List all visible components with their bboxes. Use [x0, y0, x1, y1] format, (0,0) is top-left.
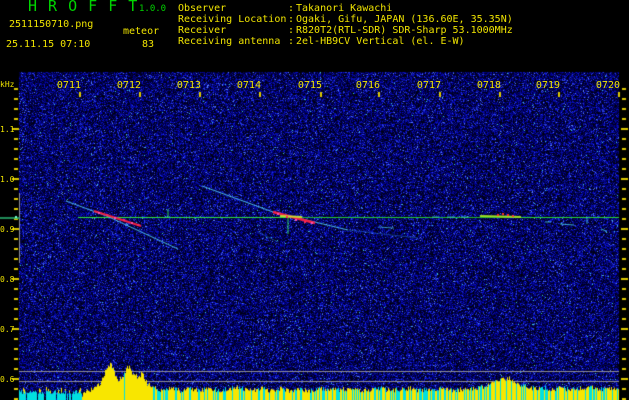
freq-tick-label: 0.8 — [0, 275, 15, 284]
time-tick-label: 0713 — [176, 80, 201, 91]
freq-tick-label: 0.6 — [0, 375, 15, 384]
meta-separator: : — [288, 3, 295, 14]
meta-row-observer: Observer: Takanori Kawachi — [178, 3, 513, 14]
freq-tick-label: 1.1 — [0, 125, 15, 134]
time-tick-label: 0718 — [476, 80, 501, 91]
meta-label: Receiver — [178, 25, 227, 36]
freq-tick-label: 1.0 — [0, 175, 15, 184]
y-axis-unit-label: kHz — [0, 80, 15, 89]
station-meta-table: Observer: Takanori Kawachi Receiving Loca… — [178, 3, 513, 47]
time-tick-label: 0717 — [416, 80, 441, 91]
meta-label: Observer — [178, 3, 227, 14]
time-tick-label: 0715 — [297, 80, 322, 91]
meta-separator: : — [288, 25, 295, 36]
time-tick-label: 0712 — [116, 80, 141, 91]
app-title: H R O F F T — [28, 0, 139, 15]
time-tick-label: 0719 — [535, 80, 560, 91]
output-filename: 2511150710.png — [9, 19, 94, 30]
observation-mode-label: meteor — [123, 26, 160, 37]
meta-label: Receiving antenna — [178, 36, 281, 47]
freq-tick-label: 0.9 — [0, 225, 15, 234]
meta-row-receiver: Receiver: R820T2(RTL-SDR) SDR-Sharp 53.10… — [178, 25, 513, 36]
meta-separator: : — [288, 36, 295, 47]
time-tick-label: 0714 — [236, 80, 261, 91]
spectrogram-canvas — [0, 0, 629, 400]
hrofft-output-screen: H R O F F T 1.0.0 2511150710.png meteor … — [0, 0, 629, 400]
meta-value: Ogaki, Gifu, JAPAN (136.60E, 35.35N) — [296, 14, 513, 25]
meta-value: Takanori Kawachi — [296, 3, 393, 14]
observation-datetime: 25.11.15 07:10 — [6, 39, 91, 50]
time-tick-label: 0711 — [56, 80, 81, 91]
time-tick-label: 0716 — [355, 80, 380, 91]
time-tick-label: 0720 — [595, 80, 620, 91]
meta-separator: : — [288, 14, 295, 25]
meta-label: Receiving Location — [178, 14, 287, 25]
meta-row-location: Receiving Location: Ogaki, Gifu, JAPAN (1… — [178, 14, 513, 25]
meta-value: R820T2(RTL-SDR) SDR-Sharp 53.1000MHz — [296, 25, 513, 36]
freq-tick-label: 0.7 — [0, 325, 15, 334]
app-version: 1.0.0 — [139, 4, 167, 14]
meteor-count: 83 — [142, 39, 155, 50]
meta-value: 2el-HB9CV Vertical (el. E-W) — [296, 36, 465, 47]
meta-row-antenna: Receiving antenna:2el-HB9CV Vertical (el… — [178, 36, 513, 47]
